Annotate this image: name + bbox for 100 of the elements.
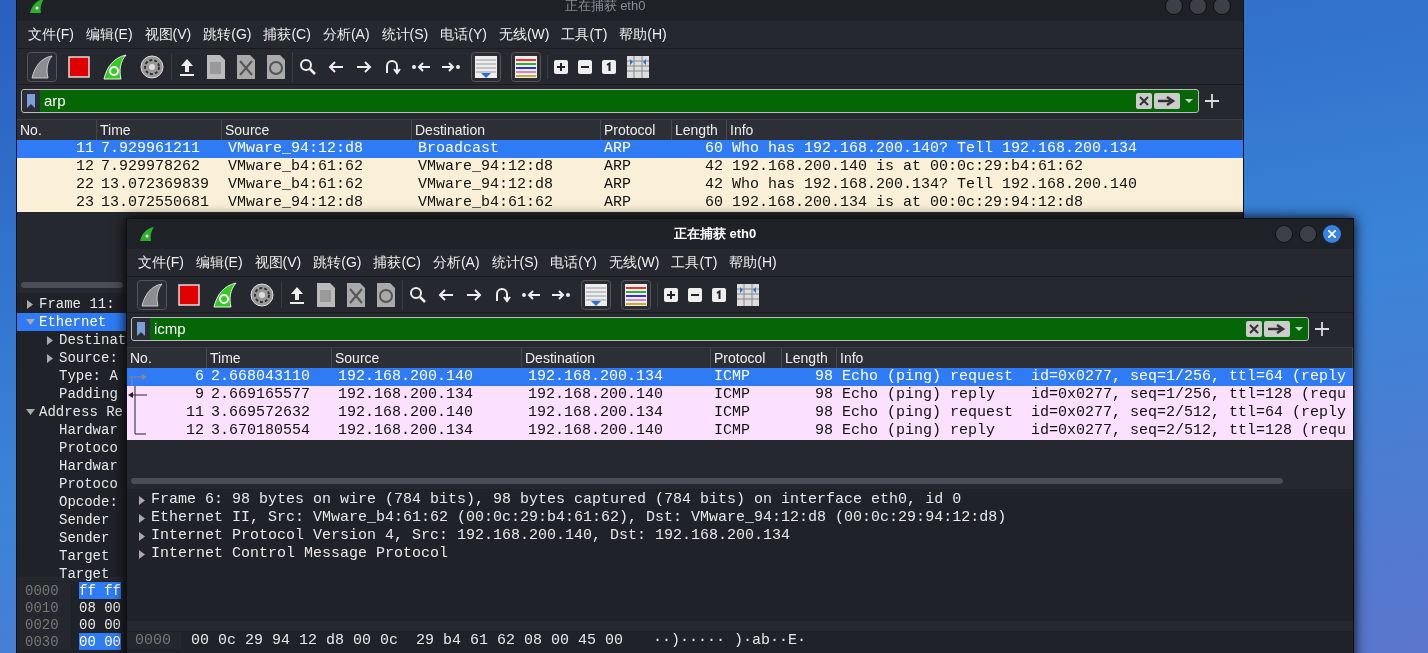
packet-row[interactable]: 22 13.072369839 VMware_b4:61:62 VMware_94:12:d8 ARP 42 Who has 192.168.200.134? Tell 192.168.200.140 [17,176,1243,194]
packet-row[interactable]: 12 7.929978262 VMware_b4:61:62 VMware_94:12:d8 ARP 42 192.168.200.140 is at 00:0c:29:b4:61:62 [17,158,1243,176]
menu-item[interactable]: 无线(W) [603,252,665,273]
restart-icon[interactable] [101,52,129,81]
menu-item[interactable]: 帮助(H) [614,24,672,45]
close-button[interactable] [1323,225,1341,243]
tree-row[interactable]: Internet Protocol Version 4, Src: 192.168.200.140, Dst: 192.168.200.134 [127,527,1353,545]
hex-bytes[interactable]: ff ff [79,582,121,599]
tree-row[interactable]: Frame 11: [17,295,127,313]
packet-row[interactable]: 12 3.670180554 192.168.200.134 192.168.200.140 ICMP 98 Echo (ping) reply id=0x0277, seq=2/512, ttl=128 (requ [127,422,1353,440]
stop-icon[interactable] [67,54,91,79]
tree-row[interactable]: Source: [17,349,127,367]
collapsed-arrow-icon[interactable] [27,299,33,309]
plus-icon[interactable] [554,59,568,74]
menu-item[interactable]: 编辑(E) [190,252,248,273]
menu-item[interactable]: 统计(S) [376,24,434,45]
scrollbar[interactable] [21,282,123,288]
columns-icon[interactable] [626,54,650,79]
menu-item[interactable]: 分析(A) [427,252,485,273]
tree-row[interactable]: Frame 6: 98 bytes on wire (784 bits), 98 bytes captured (784 bits) on interface eth0, id 0 [127,491,1353,509]
file-x-icon[interactable] [346,281,366,308]
menu-item[interactable]: 视图(V) [249,252,307,273]
menu-item[interactable]: 工具(T) [556,24,613,45]
plus-icon[interactable] [1315,322,1329,336]
tree-row[interactable]: Protoco [17,439,127,457]
tree-row[interactable]: Type: A [17,367,127,385]
hex-bytes[interactable]: 00 00 [79,616,121,633]
hex-bytes[interactable]: 00 00 [79,633,121,650]
list-down-icon[interactable] [581,279,611,310]
file-x-icon[interactable] [236,53,256,80]
expanded-arrow-icon[interactable] [25,409,35,415]
file-icon[interactable] [206,53,226,80]
menu-item[interactable]: 电话(Y) [435,24,492,45]
tree-row[interactable]: Destinat [17,331,127,349]
menu-item[interactable]: 文件(F) [133,252,189,273]
minus-icon[interactable] [688,287,702,302]
colored-lines-icon[interactable] [621,279,651,310]
tree-row[interactable]: Hardwar [17,457,127,475]
fin-icon[interactable] [27,51,57,82]
fin-icon[interactable] [137,279,167,310]
tree-row[interactable]: Sender [17,529,127,547]
tree-row[interactable]: Address Re [17,403,127,421]
packet-row[interactable]: 23 13.072550681 VMware_94:12:d8 VMware_b4:61:62 ARP 60 192.168.200.134 is at 00:0c:29:94:12:d8 [17,194,1243,212]
list-down-icon[interactable] [471,51,501,82]
curved-arrow-icon[interactable] [493,285,511,304]
columns-icon[interactable] [736,282,760,307]
clear-icon[interactable] [1136,93,1152,109]
one-icon[interactable] [602,59,616,74]
menu-item[interactable]: 编辑(E) [80,24,138,45]
curved-arrow-icon[interactable] [383,57,401,76]
tree-row[interactable]: Ethernet [17,313,127,331]
menu-item[interactable]: 帮助(H) [724,252,782,273]
colored-lines-icon[interactable] [511,51,541,82]
menu-item[interactable]: 统计(S) [486,252,544,273]
menu-item[interactable]: 无线(W) [493,24,555,45]
scrollbar[interactable] [131,478,1283,484]
tree-row[interactable]: Ethernet II, Src: VMware_b4:61:62 (00:0c:29:b4:61:62), Dst: VMware_94:12:d8 (00:0c:29:94:12:d8) [127,509,1353,527]
tree-label: Internet Protocol Version 4, Src: 192.168.200.140, Dst: 192.168.200.134 [151,527,791,545]
display-filter-field[interactable]: icmp [131,317,1309,341]
restart-icon[interactable] [211,280,239,309]
file-icon[interactable] [316,281,336,308]
menu-item[interactable]: 工具(T) [666,252,723,273]
plus-icon[interactable] [1205,94,1219,108]
menu-item[interactable]: 电话(Y) [545,252,602,273]
menu-item[interactable]: 文件(F) [23,24,79,45]
gear-icon[interactable] [249,281,275,308]
tree-row[interactable]: Target [17,565,127,583]
file-reload-icon[interactable] [376,281,396,308]
tree-row[interactable]: Target [17,547,127,565]
packet-row[interactable]: 6 2.668043110 192.168.200.140 192.168.200.134 ICMP 98 Echo (ping) request id=0x0277, seq=1/256, ttl=64 (reply [127,368,1353,386]
tree-row[interactable]: Hardwar [17,421,127,439]
search-icon[interactable] [409,285,427,304]
minus-icon[interactable] [578,59,592,74]
packet-row[interactable]: 11 3.669572632 192.168.200.140 192.168.200.134 ICMP 98 Echo (ping) request id=0x0277, seq=2/512, ttl=64 (reply [127,404,1353,422]
hex-bytes[interactable]: 08 00 [79,599,121,616]
tree-row[interactable]: Padding [17,385,127,403]
stop-icon[interactable] [177,282,201,307]
tree-row[interactable]: Opcode: [17,493,127,511]
one-icon[interactable] [712,287,726,302]
search-icon[interactable] [299,57,317,76]
display-filter-field[interactable]: arp [21,89,1199,113]
hex-ascii[interactable]: ··)····· )·ab··E· [653,632,807,649]
menu-item[interactable]: 跳转(G) [308,252,367,273]
packet-row[interactable]: 11 7.929961211 VMware_94:12:d8 Broadcast ARP 60 Who has 192.168.200.140? Tell 192.168.200.134 [17,140,1243,158]
tree-row[interactable]: Internet Control Message Protocol [127,545,1353,563]
hex-bytes[interactable]: 00 0c 29 94 12 d8 00 0c 29 b4 61 62 08 00 45 00 [191,632,624,649]
bookmark-icon[interactable] [137,322,145,336]
menu-item[interactable]: 捕获(C) [368,252,426,273]
gear-icon[interactable] [139,53,165,80]
bookmark-icon[interactable] [27,94,35,108]
tree-row[interactable]: Sender [17,511,127,529]
tree-row[interactable]: Protoco [17,475,127,493]
file-reload-icon[interactable] [266,53,286,80]
plus-icon[interactable] [664,287,678,302]
menu-item[interactable]: 捕获(C) [258,24,316,45]
menu-item[interactable]: 跳转(G) [198,24,257,45]
packet-row[interactable]: 9 2.669165577 192.168.200.134 192.168.200.140 ICMP 98 Echo (ping) reply id=0x0277, seq=1/256, ttl=128 (requ [127,386,1353,404]
menu-item[interactable]: 分析(A) [317,24,375,45]
clear-icon[interactable] [1246,321,1262,337]
menu-item[interactable]: 视图(V) [139,24,197,45]
